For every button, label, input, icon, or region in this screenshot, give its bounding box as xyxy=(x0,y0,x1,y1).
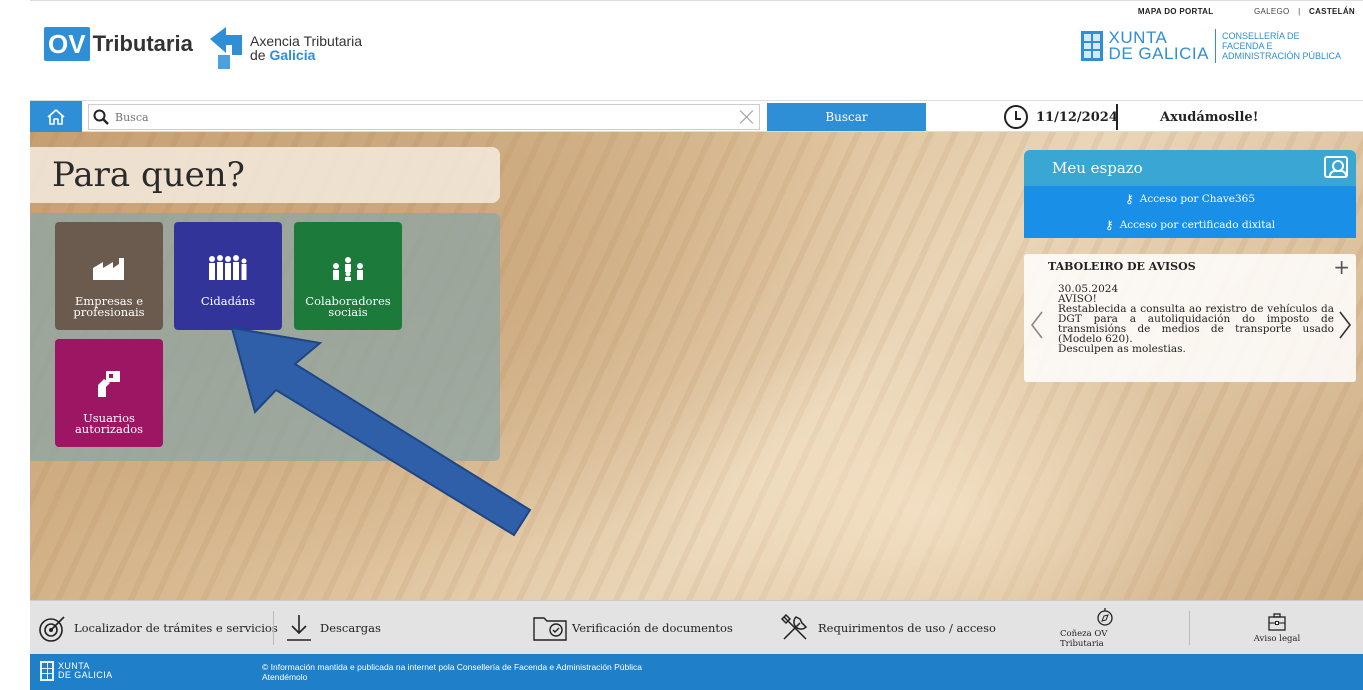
top-links: MAPA DO PORTAL GALEGO | CASTELÁN xyxy=(1132,7,1355,16)
clear-search-icon[interactable] xyxy=(735,105,759,129)
site-header: MAPA DO PORTAL GALEGO | CASTELÁN OV Trib… xyxy=(30,0,1363,100)
help-link[interactable]: Axudámoslle! xyxy=(1160,103,1258,131)
search-field[interactable] xyxy=(88,104,760,130)
access-certificate-label: Acceso por certificado dixital xyxy=(1119,219,1276,231)
footer-xunta-logo[interactable]: XUNTA DE GALICIA xyxy=(40,661,113,681)
localizador-link[interactable]: Localizador de trámites e servicios xyxy=(38,601,278,655)
aviso-legal-link[interactable]: Aviso legal xyxy=(1242,601,1312,655)
notice-board: TABOLEIRO DE AVISOS + 30.05.2024 AVISO! … xyxy=(1024,254,1356,382)
xunta-separator xyxy=(1214,29,1216,63)
quick-links-bar: Localizador de trámites e servicios Desc… xyxy=(30,600,1363,654)
ov-tributaria-logo[interactable]: OV Tributaria xyxy=(44,27,193,61)
notice-board-title: TABOLEIRO DE AVISOS xyxy=(1048,260,1196,273)
notice-text: Restablecida a consulta ao rexistro de v… xyxy=(1058,303,1334,345)
descargas-link[interactable]: Descargas xyxy=(284,601,381,655)
key-icon: ⚷ xyxy=(1124,192,1134,206)
home-icon xyxy=(47,108,65,125)
footer-copyright: © Información mantida e publicada na int… xyxy=(262,662,643,672)
search-bar: Buscar 11/12/2024 Axudámoslle! xyxy=(30,100,1363,132)
compass-icon xyxy=(1097,608,1113,626)
search-button[interactable]: Buscar xyxy=(767,103,926,131)
tools-icon xyxy=(780,613,808,640)
notice-closing: Desculpen as molestias. xyxy=(1058,343,1186,355)
site-footer: XUNTA DE GALICIA © Información mantida e… xyxy=(30,654,1363,690)
search-input[interactable] xyxy=(113,106,735,128)
aviso-legal-label: Aviso legal xyxy=(1253,634,1301,644)
access-chave365-label: Acceso por Chave365 xyxy=(1139,193,1256,205)
notice-date: 30.05.2024 xyxy=(1058,283,1119,295)
verificacion-link[interactable]: Verificación de documentos xyxy=(532,601,733,655)
date-display: 11/12/2024 xyxy=(1004,103,1118,131)
axencia-galicia: Galicia xyxy=(269,47,316,63)
hero-section: Para quen? Empresas e profesionais Cidad… xyxy=(30,132,1363,600)
footer-flag-icon xyxy=(40,661,54,681)
descargas-label: Descargas xyxy=(320,621,381,635)
conselleria-line1: CONSELLERÍA DE xyxy=(1221,31,1300,41)
target-icon xyxy=(39,616,65,642)
localizador-label: Localizador de trámites e servicios xyxy=(74,621,278,635)
bottom-separator xyxy=(1189,611,1190,645)
axencia-arrow-icon xyxy=(210,27,242,69)
footer-xunta-line2: DE GALICIA xyxy=(58,670,113,680)
axencia-line1: Axencia Tributaria xyxy=(250,33,363,49)
coneza-link[interactable]: Coñeza OV Tributaria xyxy=(1060,601,1150,655)
meu-espazo-title: Meu espazo xyxy=(1052,159,1143,177)
annotation-arrow-icon xyxy=(230,326,532,537)
xunta-logo[interactable]: XUNTA DE GALICIA CONSELLERÍA DE FACENDA … xyxy=(1080,29,1341,63)
briefcase-icon xyxy=(1268,613,1286,631)
footer-contact-link[interactable]: Atendémolo xyxy=(262,672,642,682)
verificacion-label: Verificación de documentos xyxy=(572,621,733,635)
ov-logo-box: OV xyxy=(44,27,90,61)
xunta-flag-icon xyxy=(1080,31,1103,61)
ov-logo-text: Tributaria xyxy=(92,31,193,56)
search-icon xyxy=(89,109,113,125)
xunta-name-line2: DE GALICIA xyxy=(1108,44,1209,63)
date-divider xyxy=(1116,104,1118,130)
lang-galego-link[interactable]: GALEGO xyxy=(1254,7,1290,16)
coneza-label: Coñeza OV Tributaria xyxy=(1060,629,1108,649)
expand-plus-icon[interactable]: + xyxy=(1333,257,1350,277)
bottom-separator xyxy=(273,611,274,645)
download-icon xyxy=(287,615,311,641)
current-date: 11/12/2024 xyxy=(1036,109,1118,125)
notice-content: 30.05.2024 AVISO! Restablecida a consult… xyxy=(1058,283,1334,355)
next-chevron-icon[interactable] xyxy=(1338,310,1352,340)
site-map-link[interactable]: MAPA DO PORTAL xyxy=(1138,7,1214,16)
user-profile-icon[interactable] xyxy=(1324,156,1348,178)
conselleria-line2: FACENDA E xyxy=(1221,41,1273,51)
folder-check-icon xyxy=(533,617,567,641)
access-chave365-link[interactable]: ⚷ Acceso por Chave365 xyxy=(1024,186,1356,212)
home-button[interactable] xyxy=(30,101,82,132)
access-certificate-link[interactable]: ⚷ Acceso por certificado dixital xyxy=(1024,212,1356,238)
lang-separator: | xyxy=(1298,7,1301,16)
axencia-logo[interactable]: Axencia Tributaria de Galicia xyxy=(208,25,362,71)
key-icon: ⚷ xyxy=(1104,218,1114,232)
prev-chevron-icon[interactable] xyxy=(1030,310,1044,340)
lang-castelan-link[interactable]: CASTELÁN xyxy=(1309,7,1355,16)
axencia-de: de xyxy=(250,47,266,63)
requirimentos-link[interactable]: Requirimentos de uso / acceso xyxy=(778,601,996,655)
conselleria-line3: ADMINISTRACIÓN PÚBLICA xyxy=(1221,51,1341,61)
meu-espazo-panel: Meu espazo ⚷ Acceso por Chave365 ⚷ Acces… xyxy=(1024,150,1356,238)
requirimentos-label: Requirimentos de uso / acceso xyxy=(818,621,996,635)
clock-icon xyxy=(1004,105,1028,129)
